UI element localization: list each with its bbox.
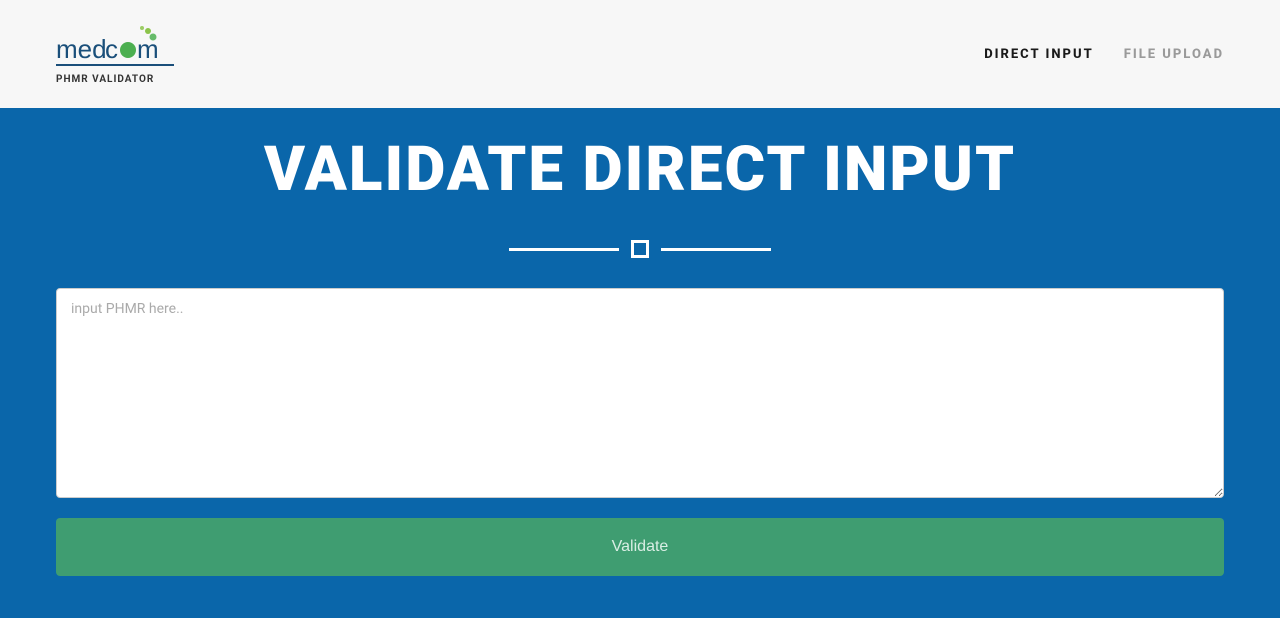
page-title: Validate Direct Input [0, 136, 1280, 204]
svg-text:c: c [105, 34, 118, 64]
divider-square-icon [631, 240, 649, 258]
main: Validate Direct Input Validate [0, 108, 1280, 576]
medcom-logo-icon: med c m [56, 24, 174, 68]
nav: Direct Input File Upload [984, 47, 1224, 62]
divider-line-left [509, 248, 619, 251]
form: Validate [56, 288, 1224, 576]
phmr-input[interactable] [56, 288, 1224, 498]
nav-file-upload[interactable]: File Upload [1124, 47, 1224, 62]
logo-subtitle: PHMR VALIDATOR [56, 74, 154, 85]
logo[interactable]: med c m PHMR VALIDATOR [56, 24, 174, 85]
divider [0, 240, 1280, 258]
header: med c m PHMR VALIDATOR Direct Input File… [0, 0, 1280, 108]
divider-line-right [661, 248, 771, 251]
svg-text:med: med [56, 34, 107, 64]
nav-direct-input[interactable]: Direct Input [984, 47, 1094, 62]
validate-button[interactable]: Validate [56, 518, 1224, 576]
svg-text:m: m [137, 34, 159, 64]
